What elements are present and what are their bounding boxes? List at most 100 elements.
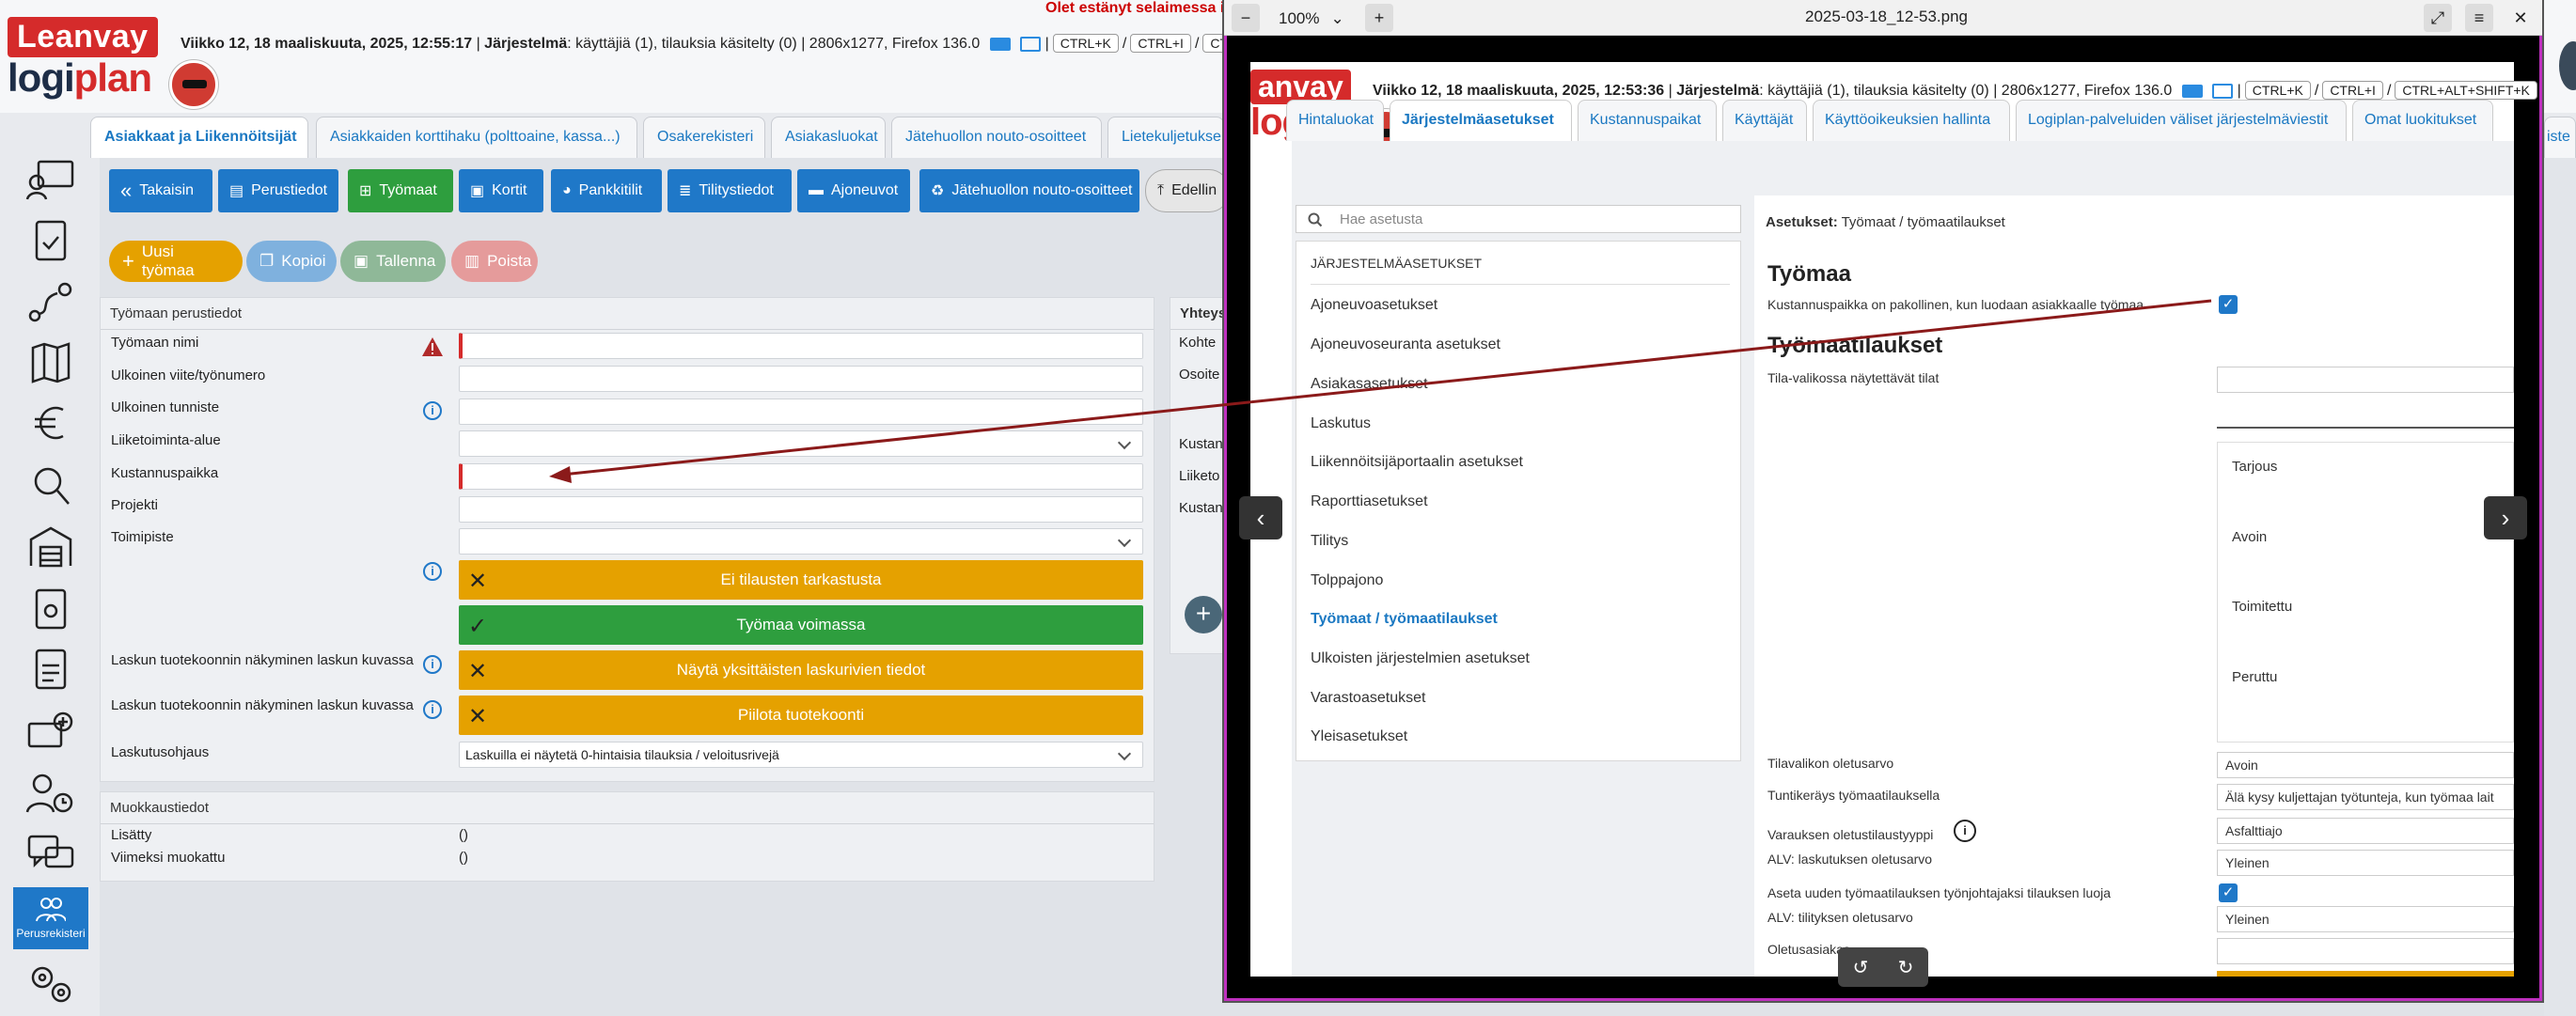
vat-invoice-select: Yleinen	[2217, 850, 2514, 876]
state-option: Peruttu	[2232, 669, 2278, 685]
menu-button[interactable]: ≡	[2465, 4, 2493, 32]
worksite-active-toggle[interactable]: ✓ Työmaa voimassa	[459, 605, 1143, 645]
inner-search-input: Hae asetusta	[1296, 205, 1741, 233]
chat-icon[interactable]	[23, 829, 79, 878]
close-icon: ✕	[468, 659, 488, 684]
tab-waste-addresses[interactable]: Jätehuollon nouto-osoitteet	[891, 117, 1102, 158]
report-icon[interactable]	[23, 645, 79, 694]
basic-info-button[interactable]: ▤ Perustiedot	[218, 169, 338, 212]
info-icon[interactable]: i	[423, 655, 442, 674]
field-label: Projekti	[111, 497, 159, 513]
worksites-button[interactable]: ⊞ Työmaat	[348, 169, 453, 212]
settings-item-active: Työmaat / työmaatilaukset	[1311, 611, 1498, 627]
tab-sludge[interactable]: Lietekuljetukse	[1107, 117, 1224, 158]
add-contact-button[interactable]: +	[1185, 596, 1222, 633]
info-icon[interactable]: i	[423, 562, 442, 581]
previous-image-button[interactable]: ‹	[1239, 496, 1282, 539]
settings-item: Tilitys	[1311, 533, 1349, 549]
avatar[interactable]	[169, 60, 218, 109]
delete-button[interactable]: ▥ Poista	[451, 241, 538, 282]
previous-button[interactable]: ⤒ Edellin	[1145, 169, 1230, 212]
settings-item: Laskutus	[1311, 415, 1372, 431]
search-icon	[1308, 212, 1323, 227]
panel-title: Työmaan perustiedot	[101, 298, 1154, 330]
system-info: Viikko 12, 18 maaliskuuta, 2025, 12:55:1…	[181, 34, 1295, 53]
vat-settlement-select: Yleinen	[2217, 906, 2514, 932]
inner-system-info: Viikko 12, 18 maaliskuuta, 2025, 12:53:3…	[1373, 81, 2541, 100]
states-divider	[2217, 427, 2514, 429]
order-check-toggle[interactable]: ✕ Ei tilausten tarkastusta	[459, 560, 1143, 600]
tab-customer-classes[interactable]: Asiakasluokat	[771, 117, 886, 158]
zoom-in-button[interactable]: +	[1365, 4, 1393, 32]
billing-control-select[interactable]: Laskuilla ei näytetä 0-hintaisia tilauks…	[459, 742, 1143, 768]
copy-button[interactable]: ❐ Kopioi	[246, 241, 337, 282]
user-clock-icon[interactable]	[23, 769, 79, 818]
external-id-input[interactable]	[459, 399, 1143, 425]
sidebar-item-perusrekisteri[interactable]: Perusrekisteri	[13, 887, 88, 949]
route-icon[interactable]	[23, 278, 79, 327]
added-value: ()	[459, 827, 468, 843]
setting-label: ALV: laskutuksen oletusarvo	[1767, 852, 1933, 867]
inner-tab-cost-centers: Kustannuspaikat	[1578, 100, 1717, 141]
close-button[interactable]: ✕	[2506, 4, 2535, 32]
tab-card-search[interactable]: Asiakkaiden korttihaku (polttoaine, kass…	[316, 117, 637, 158]
vehicles-button[interactable]: ▬ Ajoneuvot	[797, 169, 910, 212]
worksite-name-input[interactable]	[459, 333, 1143, 359]
customer-card-icon[interactable]	[23, 156, 79, 205]
info-icon[interactable]: i	[423, 401, 442, 420]
document-settings-icon[interactable]	[23, 585, 79, 633]
search-map-icon[interactable]	[23, 461, 79, 509]
info-icon[interactable]: i	[423, 700, 442, 719]
orange-strip	[2217, 971, 2514, 977]
field-label: Työmaan nimi	[111, 335, 199, 351]
map-icon[interactable]	[23, 338, 79, 387]
external-ref-input[interactable]	[459, 366, 1143, 392]
rotate-toolbar: ↺ ↻	[1838, 947, 1928, 987]
blocked-notice: Olet estänyt selaimessa il	[1045, 0, 1229, 16]
checklist-icon[interactable]	[23, 216, 79, 265]
bank-accounts-button[interactable]: ◕ Pankkitilit	[551, 169, 662, 212]
business-area-select[interactable]	[459, 430, 1143, 457]
euro-icon[interactable]	[23, 399, 79, 447]
state-option: Avoin	[2232, 529, 2268, 545]
default-customer-input	[2217, 938, 2514, 964]
invoice-rows-toggle[interactable]: ✕ Näytä yksittäisten laskurivien tiedot	[459, 650, 1143, 690]
tab-overflow[interactable]: iste	[2544, 117, 2576, 158]
cards-button[interactable]: ▣ Kortit	[459, 169, 543, 212]
truck-icon: ▬	[809, 182, 824, 198]
settlement-button[interactable]: ≣ Tilitystiedot	[668, 169, 792, 212]
rotate-left-icon[interactable]: ↺	[1853, 956, 1869, 979]
settings-item: Varastoasetukset	[1311, 690, 1426, 706]
settings-item: Asiakasasetukset	[1311, 376, 1428, 392]
project-input[interactable]	[459, 496, 1143, 523]
cost-center-input[interactable]	[459, 463, 1143, 490]
logo[interactable]: Leanvay logiplan	[8, 17, 158, 101]
field-label: Toimipiste	[111, 529, 174, 545]
new-worksite-button[interactable]: + Uusi työmaa	[109, 241, 243, 282]
section-heading: Työmaa	[1767, 261, 1851, 287]
copy-icon: ❐	[259, 252, 275, 270]
tab-customers[interactable]: Asiakkaat ja Liikennöitsijät	[90, 117, 308, 158]
monitor-icon	[989, 37, 1011, 51]
back-button[interactable]: «Takaisin	[109, 169, 212, 212]
office-select[interactable]	[459, 528, 1143, 555]
next-image-button[interactable]: ›	[2484, 496, 2527, 539]
waste-addresses-button[interactable]: ♻ Jätehuollon nouto-osoitteet	[919, 169, 1139, 212]
rotate-right-icon[interactable]: ↻	[1898, 956, 1914, 979]
fullscreen-button[interactable]: ⤢	[2424, 4, 2452, 32]
zoom-out-button[interactable]: −	[1232, 4, 1260, 32]
field-label: Laskun tuotekoonnin näkyminen laskun kuv…	[111, 652, 414, 668]
tab-shareholders[interactable]: Osakerekisteri	[643, 117, 765, 158]
settings-header: JÄRJESTELMÄASETUKSET	[1311, 256, 1730, 285]
product-summary-toggle[interactable]: ✕ Piilota tuotekoonti	[459, 696, 1143, 735]
field-label: Laskun tuotekoonnin näkyminen laskun kuv…	[111, 697, 414, 713]
warehouse-icon[interactable]	[23, 523, 79, 571]
shortcut-ctrl-i[interactable]: CTRL+I	[1130, 34, 1191, 53]
add-vehicle-icon[interactable]	[23, 707, 79, 756]
upload-icon: ⤒	[1157, 182, 1165, 198]
shortcut-ctrl-k[interactable]: CTRL+K	[1052, 34, 1119, 53]
field-label: Lisätty	[111, 827, 152, 843]
settings-icon[interactable]	[23, 959, 79, 1008]
zoom-select[interactable]: 100% ⌄	[1269, 4, 1359, 32]
save-button[interactable]: ▣ Tallenna	[340, 241, 446, 282]
